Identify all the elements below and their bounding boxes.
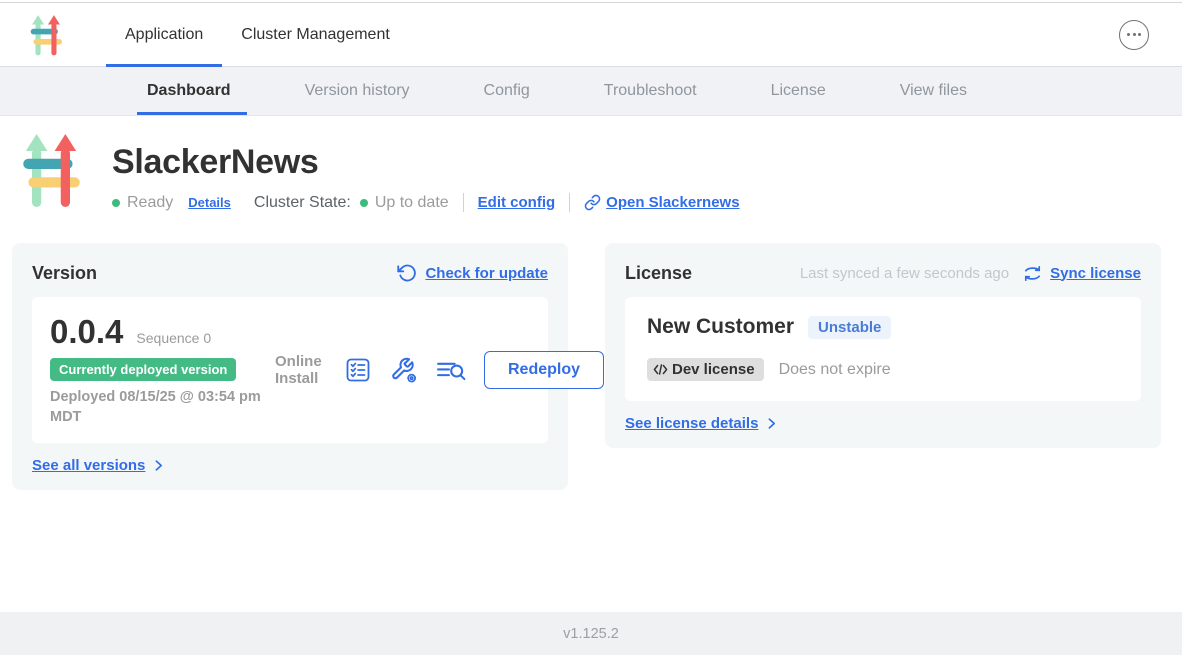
code-brackets-icon bbox=[653, 363, 668, 376]
app-logo-icon bbox=[22, 132, 80, 212]
install-type-label: Online Install bbox=[275, 353, 327, 388]
console-version-text: v1.125.2 bbox=[563, 626, 619, 642]
ready-status-dot-icon bbox=[112, 199, 120, 207]
customer-name: New Customer bbox=[647, 315, 794, 339]
tab-application-label: Application bbox=[125, 26, 203, 44]
main-navbar: Application Cluster Management bbox=[0, 3, 1182, 67]
page-title: SlackerNews bbox=[112, 143, 740, 182]
tab-application[interactable]: Application bbox=[106, 3, 222, 66]
cluster-state-label: Cluster State: bbox=[254, 194, 351, 212]
slackernews-logo-icon bbox=[30, 14, 62, 56]
main-nav-tabs: Application Cluster Management bbox=[106, 3, 409, 66]
sync-license-link[interactable]: Sync license bbox=[1050, 265, 1141, 282]
version-number: 0.0.4 bbox=[50, 313, 123, 351]
license-summary-panel: New Customer Unstable Dev license Does n… bbox=[625, 297, 1141, 401]
last-synced-text: Last synced a few seconds ago bbox=[800, 265, 1009, 282]
footer-bar: v1.125.2 bbox=[0, 612, 1182, 655]
subtab-license[interactable]: License bbox=[765, 67, 832, 115]
app-status-row: Ready Details Cluster State: Up to date … bbox=[112, 193, 740, 212]
subtab-version-history[interactable]: Version history bbox=[299, 67, 416, 115]
chevron-right-icon bbox=[765, 417, 778, 430]
current-version-panel: 0.0.4 Sequence 0 Currently deployed vers… bbox=[32, 297, 548, 443]
divider bbox=[463, 193, 464, 212]
app-header: SlackerNews Ready Details Cluster State:… bbox=[0, 116, 1182, 212]
details-link[interactable]: Details bbox=[188, 195, 231, 210]
version-card: Version Check for update 0.0.4 Sequence … bbox=[12, 243, 568, 490]
ready-status-text: Ready bbox=[127, 194, 173, 212]
tab-cluster-management[interactable]: Cluster Management bbox=[222, 3, 409, 66]
expiry-text: Does not expire bbox=[779, 361, 891, 379]
subtab-view-files[interactable]: View files bbox=[894, 67, 973, 115]
cluster-state-value: Up to date bbox=[375, 194, 449, 212]
open-app-link[interactable]: Open Slackernews bbox=[584, 194, 739, 211]
preflight-checklist-icon[interactable] bbox=[344, 356, 372, 384]
channel-badge: Unstable bbox=[808, 316, 891, 339]
cluster-status-dot-icon bbox=[360, 199, 368, 207]
dashboard-cards: Version Check for update 0.0.4 Sequence … bbox=[0, 243, 1182, 490]
license-card-title: License bbox=[625, 263, 692, 284]
app-subnav: Dashboard Version history Config Trouble… bbox=[0, 67, 1182, 116]
ellipsis-icon bbox=[1127, 33, 1130, 36]
sync-arrows-icon bbox=[1023, 264, 1042, 283]
see-license-details-link[interactable]: See license details bbox=[625, 415, 758, 432]
tab-cluster-management-label: Cluster Management bbox=[241, 26, 390, 44]
edit-config-link[interactable]: Edit config bbox=[478, 194, 556, 211]
navbar-logo[interactable] bbox=[30, 3, 62, 66]
divider bbox=[569, 193, 570, 212]
subtab-config[interactable]: Config bbox=[478, 67, 536, 115]
subtab-troubleshoot[interactable]: Troubleshoot bbox=[598, 67, 703, 115]
check-for-update-link[interactable]: Check for update bbox=[425, 265, 548, 282]
sequence-label: Sequence 0 bbox=[136, 330, 211, 346]
deployed-status-badge: Currently deployed version bbox=[50, 358, 236, 381]
license-type-badge: Dev license bbox=[647, 358, 764, 381]
license-card: License Last synced a few seconds ago Sy… bbox=[605, 243, 1161, 448]
config-wrench-gear-icon[interactable] bbox=[389, 356, 419, 384]
refresh-icon bbox=[397, 263, 417, 283]
overflow-menu-button[interactable] bbox=[1119, 20, 1149, 50]
chain-link-icon bbox=[584, 194, 601, 211]
version-card-title: Version bbox=[32, 263, 97, 284]
subtab-dashboard[interactable]: Dashboard bbox=[141, 67, 237, 115]
chevron-right-icon bbox=[152, 459, 165, 472]
redeploy-button[interactable]: Redeploy bbox=[484, 351, 604, 389]
deployed-timestamp: Deployed 08/15/25 @ 03:54 pm MDT bbox=[50, 388, 275, 427]
see-all-versions-link[interactable]: See all versions bbox=[32, 457, 145, 474]
logs-magnifier-icon[interactable] bbox=[436, 358, 467, 383]
